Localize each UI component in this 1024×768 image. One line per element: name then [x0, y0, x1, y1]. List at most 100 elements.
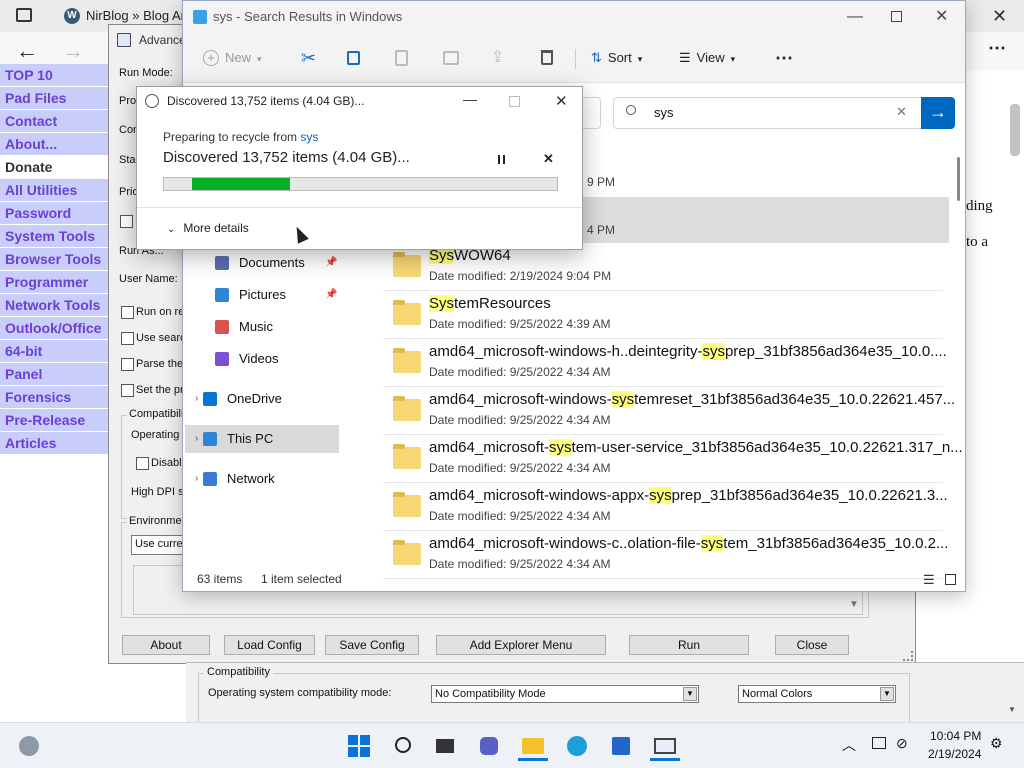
close-icon[interactable]: ✕	[935, 1, 948, 33]
forward-icon[interactable]: →	[62, 38, 84, 64]
result-row[interactable]: amd64_microsoft-windows-h..deintegrity-s…	[383, 339, 947, 387]
search-box[interactable]: sys ✕	[613, 97, 953, 129]
browser-scrollbar-arrow[interactable]: ▼	[1008, 705, 1016, 714]
parse-checkbox[interactable]	[121, 358, 134, 371]
more-details-button[interactable]: ⌄ More details	[167, 221, 249, 235]
close-icon[interactable]: ✕	[555, 92, 568, 110]
result-row[interactable]: SystemResources Date modified: 9/25/2022 …	[383, 291, 943, 339]
set-priority-checkbox[interactable]	[121, 384, 134, 397]
pin-icon[interactable]: 📌	[325, 249, 337, 277]
nav-link[interactable]: All Utilities	[0, 179, 110, 201]
minimize-icon[interactable]: —	[847, 1, 863, 33]
chat-icon[interactable]	[474, 731, 504, 761]
browser-scrollbar[interactable]	[1010, 104, 1020, 156]
chevron-right-icon[interactable]: ›	[195, 465, 198, 493]
paste-icon[interactable]	[395, 43, 408, 73]
rename-icon[interactable]	[443, 43, 459, 73]
view-button[interactable]: ☰ View ▾	[679, 43, 735, 73]
nav-link[interactable]: Outlook/Office	[0, 317, 110, 339]
run-on-checkbox[interactable]	[121, 306, 134, 319]
search-go-button[interactable]: →	[921, 97, 955, 129]
result-row[interactable]: amd64_microsoft-windows-appx-sysprep_31b…	[383, 483, 948, 531]
sort-button[interactable]: ⇅ Sort ▾	[591, 43, 642, 73]
edge-icon[interactable]	[562, 731, 592, 761]
new-button[interactable]: + New ▾	[203, 43, 262, 73]
maximize-icon[interactable]	[891, 11, 902, 22]
disable-checkbox[interactable]	[136, 457, 149, 470]
delete-icon[interactable]	[541, 43, 553, 73]
nav-link[interactable]: Pad Files	[0, 87, 110, 109]
nav-link[interactable]: Articles	[0, 432, 110, 454]
clock-time[interactable]: 10:04 PM	[930, 729, 981, 743]
nav-link[interactable]: TOP 10	[0, 64, 110, 86]
option-checkbox[interactable]	[120, 215, 133, 228]
details-view-icon[interactable]: ☰	[923, 567, 935, 592]
nav-item[interactable]: Documents 📌	[185, 249, 339, 277]
add-explorer-menu-button[interactable]: Add Explorer Menu	[436, 635, 606, 655]
close-icon[interactable]: ✕	[992, 4, 1012, 28]
nav-link[interactable]: Panel	[0, 363, 110, 385]
tab-actions-icon[interactable]	[16, 8, 32, 22]
widgets-icon[interactable]	[14, 731, 44, 761]
nav-link[interactable]: Donate	[0, 156, 110, 178]
more-icon[interactable]: ⋯	[775, 43, 793, 73]
nav-item[interactable]: Pictures 📌	[185, 281, 339, 309]
file-explorer-icon[interactable]	[518, 731, 548, 761]
tiles-view-icon[interactable]	[945, 574, 956, 585]
pause-icon[interactable]	[498, 155, 505, 164]
nav-link[interactable]: About...	[0, 133, 110, 155]
nav-link[interactable]: 64-bit Download	[0, 340, 110, 381]
source-link[interactable]: sys	[300, 130, 318, 144]
nav-item[interactable]: › OneDrive	[185, 385, 339, 413]
display-icon[interactable]	[872, 737, 886, 749]
store-icon[interactable]	[606, 731, 636, 761]
results-scrollbar[interactable]	[957, 157, 960, 201]
colors-select[interactable]: Normal Colors ▼	[738, 685, 896, 703]
search-input[interactable]: sys	[654, 105, 674, 120]
start-icon[interactable]	[344, 731, 374, 761]
use-search-checkbox[interactable]	[121, 332, 134, 345]
advanced-run-app-icon[interactable]	[650, 731, 680, 761]
pin-icon[interactable]: 📌	[325, 281, 337, 309]
chevron-right-icon[interactable]: ›	[195, 425, 198, 453]
chevron-down-icon[interactable]: ▼	[880, 687, 894, 701]
resize-grip-icon[interactable]	[903, 651, 913, 661]
clock-date[interactable]: 2/19/2024	[928, 747, 981, 761]
notification-icon[interactable]: ⚙	[990, 735, 1003, 752]
load-config-button[interactable]: Load Config	[224, 635, 315, 655]
nav-item[interactable]: › Network	[185, 465, 339, 493]
cut-icon[interactable]: ✂	[301, 43, 316, 73]
result-row[interactable]: amd64_microsoft-system-user-service_31bf…	[383, 435, 963, 483]
nav-link[interactable]: Forensics	[0, 386, 110, 408]
close-button[interactable]: Close	[775, 635, 849, 655]
more-icon[interactable]: ⋯	[988, 38, 1006, 59]
os-mode-select[interactable]: No Compatibility Mode ▼	[431, 685, 699, 703]
cancel-icon[interactable]: ✕	[543, 151, 554, 167]
nav-link[interactable]: Password Tools	[0, 202, 110, 243]
share-icon[interactable]: ⇪	[491, 43, 504, 73]
search-icon[interactable]	[388, 731, 418, 761]
nav-link[interactable]: Programmer Too	[0, 271, 110, 312]
minimize-icon[interactable]: —	[463, 91, 477, 107]
chevron-up-icon[interactable]: ︿	[842, 735, 856, 755]
nav-link[interactable]: System Tools	[0, 225, 110, 247]
nav-item[interactable]: › This PC	[185, 425, 339, 453]
chevron-down-icon[interactable]: ▼	[683, 687, 697, 701]
result-row[interactable]: SysWOW64 Date modified: 2/19/2024 9:04 PM	[383, 243, 943, 291]
save-config-button[interactable]: Save Config	[325, 635, 419, 655]
copy-icon[interactable]	[347, 43, 360, 73]
nav-link[interactable]: Browser Tools	[0, 248, 110, 270]
result-row[interactable]: amd64_microsoft-windows-systemreset_31bf…	[383, 387, 955, 435]
chevron-right-icon[interactable]: ›	[195, 385, 198, 413]
nav-item[interactable]: Videos	[185, 345, 339, 373]
nav-link[interactable]: Contact	[0, 110, 110, 132]
network-icon[interactable]: ⊘	[896, 735, 908, 752]
about-button[interactable]: About	[122, 635, 210, 655]
chevron-down-icon[interactable]: ▼	[849, 599, 859, 610]
nav-link[interactable]: Pre-Release Too	[0, 409, 110, 450]
nav-item[interactable]: Music	[185, 313, 339, 341]
back-icon[interactable]: ←	[16, 38, 38, 64]
run-button[interactable]: Run	[629, 635, 749, 655]
task-view-icon[interactable]	[430, 731, 460, 761]
clear-icon[interactable]: ✕	[896, 104, 907, 120]
